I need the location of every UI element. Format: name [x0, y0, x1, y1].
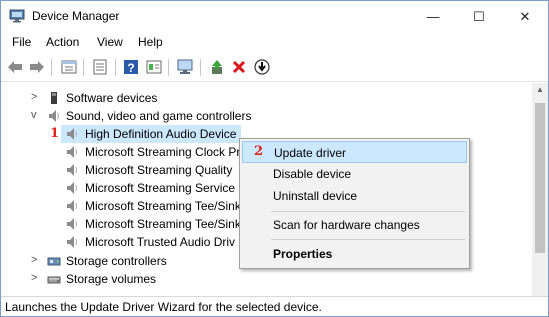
scan-monitor-icon[interactable]	[175, 57, 195, 77]
toolbar-separator	[168, 59, 169, 76]
device-manager-window: Device Manager — ☐ ✕ File Action View He…	[0, 0, 549, 317]
collapse-chevron-icon[interactable]: v	[31, 109, 41, 121]
tree-item-label: High Definition Audio Device	[85, 127, 237, 141]
forward-arrow-icon[interactable]	[27, 57, 47, 77]
device-manager-app-icon	[9, 9, 25, 23]
tree-item-label: Sound, video and game controllers	[66, 109, 252, 123]
window-title: Device Manager	[32, 9, 120, 23]
tree-item-label: Microsoft Streaming Tee/Sink	[85, 199, 241, 213]
tree-item-label: Microsoft Streaming Service I	[85, 181, 242, 195]
software-device-icon	[47, 91, 61, 105]
storage-volume-icon	[47, 272, 61, 286]
menu-help[interactable]: Help	[138, 35, 163, 49]
speaker-icon	[65, 181, 79, 195]
minimize-button[interactable]: —	[410, 1, 456, 32]
menu-item-label: Scan for hardware changes	[273, 218, 420, 232]
menu-item-properties[interactable]: Properties	[242, 243, 467, 265]
speaker-icon	[65, 145, 79, 159]
scroll-up-arrow-icon[interactable]: ▲	[532, 85, 548, 94]
close-button[interactable]: ✕	[502, 1, 548, 32]
speaker-icon	[65, 217, 79, 231]
tree-item-storage-volumes[interactable]: > Storage volumes	[1, 270, 548, 288]
status-bar: Launches the Update Driver Wizard for th…	[1, 296, 548, 316]
toolbar-separator	[115, 59, 116, 76]
expand-chevron-icon[interactable]: >	[31, 272, 41, 284]
toolbar-separator	[51, 59, 52, 76]
menu-action[interactable]: Action	[46, 35, 79, 49]
menu-view[interactable]: View	[97, 35, 123, 49]
title-bar[interactable]: Device Manager — ☐ ✕	[1, 1, 548, 32]
maximize-button[interactable]: ☐	[456, 1, 502, 32]
step-number-badge: 2	[254, 144, 264, 159]
tree-item-label: Storage controllers	[66, 254, 167, 268]
speaker-icon	[65, 235, 79, 249]
storage-controller-icon	[47, 254, 61, 268]
scrollbar-thumb[interactable]	[535, 103, 545, 253]
help-icon[interactable]: ?	[121, 57, 141, 77]
tree-item-sound-video-game[interactable]: v Sound, video and game controllers	[1, 107, 548, 125]
back-arrow-icon[interactable]	[5, 57, 25, 77]
expand-chevron-icon[interactable]: >	[31, 91, 41, 103]
action-view-icon[interactable]	[144, 57, 164, 77]
menu-separator	[271, 239, 465, 240]
download-icon[interactable]	[252, 57, 272, 77]
expand-chevron-icon[interactable]: >	[31, 254, 41, 266]
tree-item-label: Storage volumes	[66, 272, 157, 286]
svg-text:?: ?	[127, 61, 134, 75]
menu-item-label: Properties	[273, 247, 333, 261]
speaker-icon	[65, 127, 79, 141]
menu-item-label: Uninstall device	[273, 189, 358, 203]
update-driver-icon[interactable]	[207, 57, 227, 77]
tree-item-label: Microsoft Streaming Clock Pr	[85, 145, 241, 159]
menu-item-label: Disable device	[273, 167, 352, 181]
tree-item-label: Microsoft Streaming Quality	[85, 163, 233, 177]
step-number-badge: 1	[50, 126, 60, 141]
tree-item-label: Microsoft Streaming Tee/Sink	[85, 217, 241, 231]
speaker-icon	[65, 199, 79, 213]
properties-icon[interactable]	[59, 57, 79, 77]
vertical-scrollbar[interactable]: ▲	[532, 83, 548, 296]
toolbar-separator	[200, 59, 201, 76]
menu-file[interactable]: File	[12, 35, 31, 49]
menu-item-update-driver[interactable]: 2 Update driver	[242, 141, 467, 163]
toolbar-separator	[83, 59, 84, 76]
menu-separator	[271, 211, 465, 212]
menu-item-scan-hardware[interactable]: Scan for hardware changes	[242, 214, 467, 236]
tree-item-software-devices[interactable]: > Software devices	[1, 89, 548, 107]
menu-item-label: Update driver	[274, 146, 347, 160]
menu-bar: File Action View Help	[1, 32, 548, 53]
menu-item-disable-device[interactable]: Disable device	[242, 163, 467, 185]
toolbar: ?	[1, 53, 548, 82]
show-hide-icon[interactable]	[90, 57, 110, 77]
tree-item-label: Microsoft Trusted Audio Driv	[85, 235, 236, 249]
uninstall-x-icon[interactable]	[229, 57, 249, 77]
menu-item-uninstall-device[interactable]: Uninstall device	[242, 185, 467, 207]
speaker-icon	[47, 109, 61, 123]
status-text: Launches the Update Driver Wizard for th…	[5, 300, 322, 314]
context-menu: 2 Update driver Disable device Uninstall…	[239, 138, 470, 269]
speaker-icon	[65, 163, 79, 177]
tree-item-label: Software devices	[66, 91, 158, 105]
